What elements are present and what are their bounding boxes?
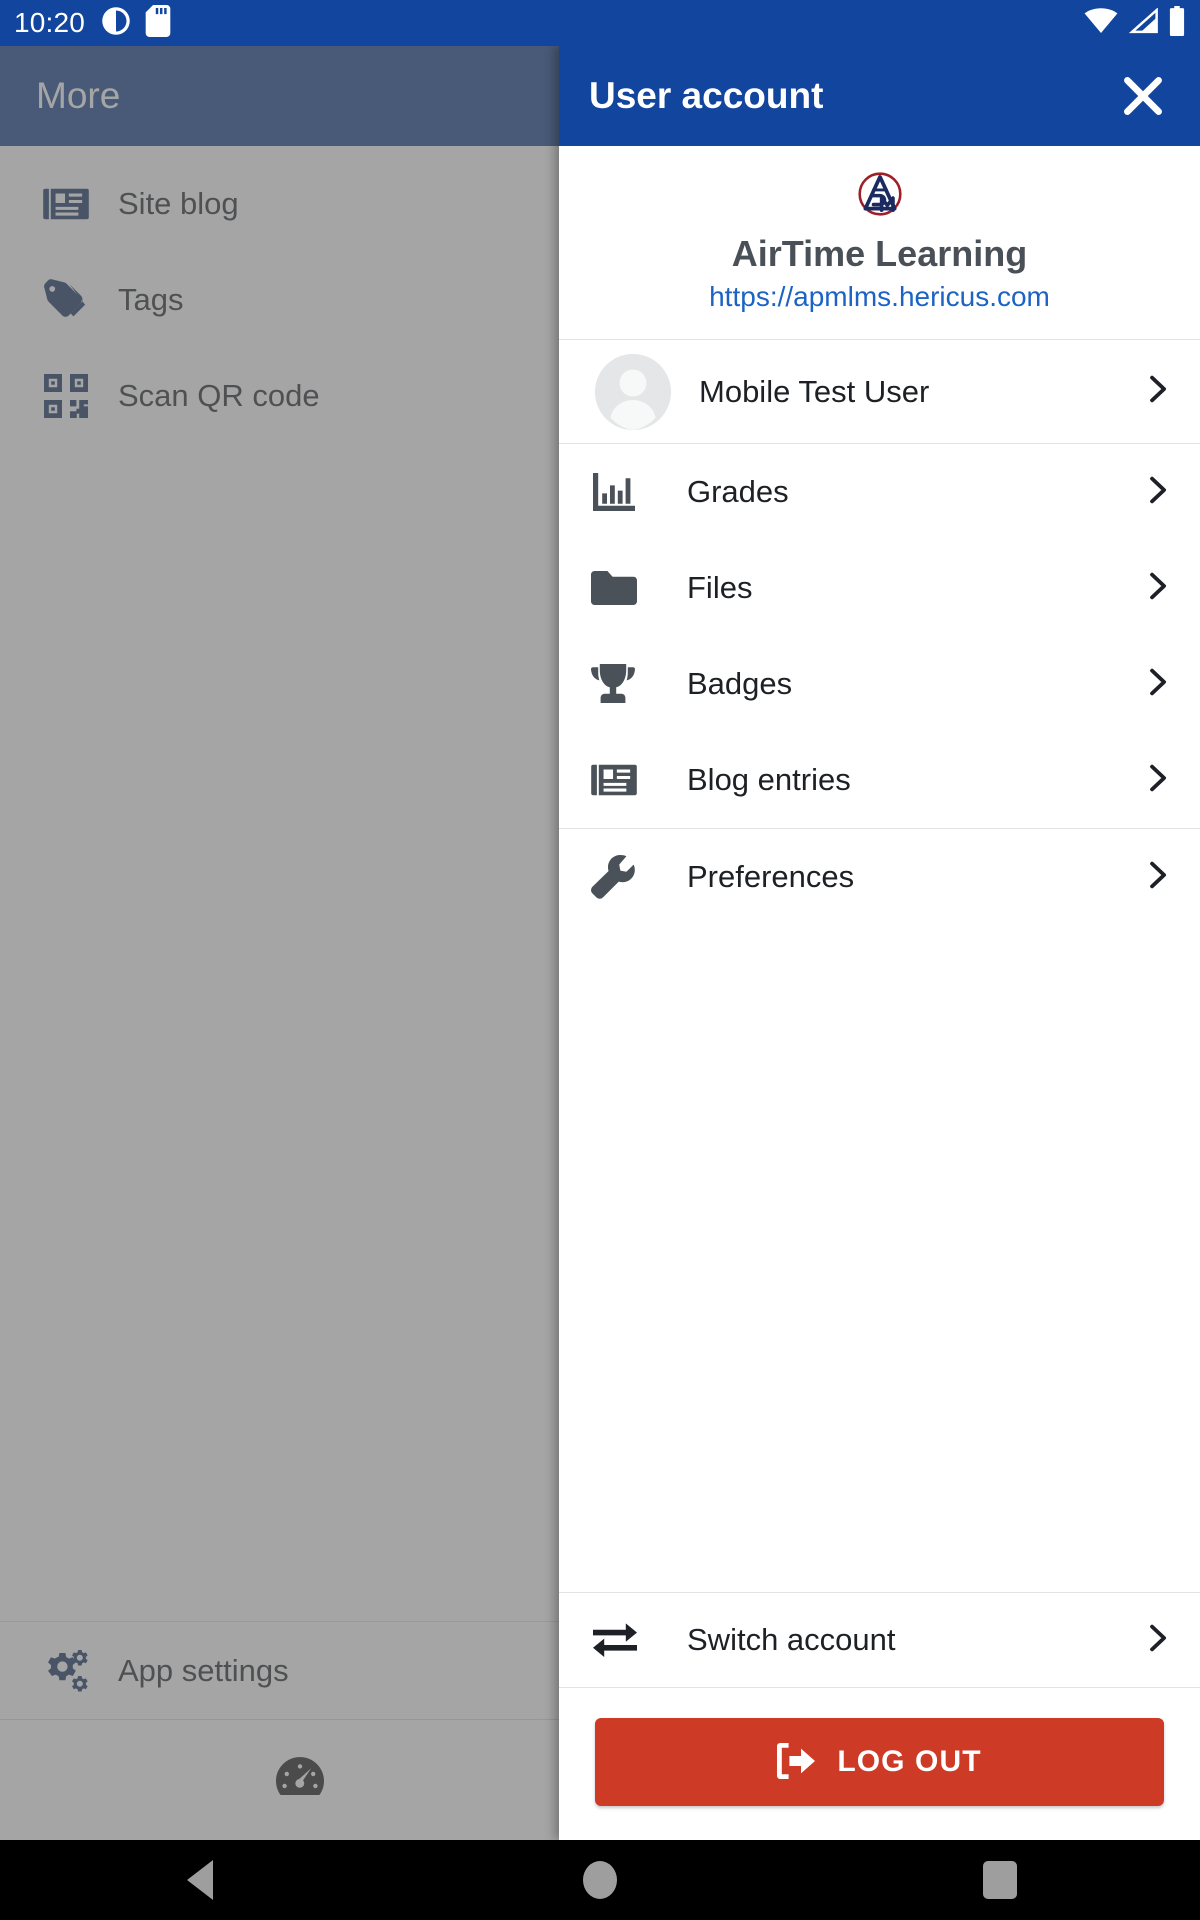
site-name: AirTime Learning [731,233,1028,274]
default-avatar-icon [595,353,671,430]
android-navigation-bar [0,1840,1200,1920]
status-bar: 10:20 [0,0,1200,46]
chevron-right-icon [1140,665,1174,704]
cellular-signal-icon [1128,6,1158,39]
chevron-right-icon [1140,372,1174,411]
wifi-icon [1084,7,1118,39]
user-account-panel: User account AirTime Learning https://ap… [559,46,1200,1840]
log-out-button[interactable]: LOG OUT [595,1718,1164,1806]
apm-logo-icon [579,168,1180,220]
panel-item-label: Grades [687,474,789,510]
folder-icon [591,569,665,607]
chevron-right-icon [1140,473,1174,512]
site-url-link[interactable]: https://apmlms.hericus.com [579,281,1180,313]
newspaper-icon [591,761,665,799]
panel-header: User account [559,46,1200,146]
site-info-block: AirTime Learning https://apmlms.hericus.… [559,146,1200,341]
panel-spacer [559,925,1200,1592]
panel-item-blog-entries[interactable]: Blog entries [559,732,1200,829]
chevron-right-icon [1140,761,1174,800]
log-out-label: LOG OUT [837,1745,982,1778]
panel-item-files[interactable]: Files [559,540,1200,637]
user-name: Mobile Test User [699,373,930,409]
battery-icon [1168,5,1186,41]
panel-item-label: Blog entries [687,762,851,798]
trophy-icon [591,662,665,706]
logout-container: LOG OUT [559,1688,1200,1840]
panel-item-preferences[interactable]: Preferences [559,829,1200,926]
wrench-icon [591,855,665,899]
logout-door-icon [777,1742,817,1782]
status-bar-clock: 10:20 [14,7,86,38]
back-triangle-icon[interactable] [0,1860,400,1900]
swap-arrows-icon [591,1621,665,1659]
user-profile-row[interactable]: Mobile Test User [559,340,1200,445]
home-circle-icon[interactable] [400,1861,800,1899]
recents-square-icon[interactable] [800,1861,1200,1899]
chevron-right-icon [1140,1621,1174,1660]
sd-card-icon [145,4,171,42]
panel-item-badges[interactable]: Badges [559,636,1200,733]
close-icon[interactable] [1112,65,1174,127]
panel-title: User account [589,75,824,116]
panel-item-label: Switch account [687,1622,896,1657]
do-not-disturb-icon [101,6,131,41]
panel-item-switch-account[interactable]: Switch account [559,1592,1200,1688]
panel-item-label: Files [687,570,753,606]
chevron-right-icon [1140,858,1174,897]
chevron-right-icon [1140,569,1174,608]
panel-item-label: Preferences [687,859,855,895]
bar-chart-icon [591,471,665,513]
panel-item-label: Badges [687,666,793,702]
panel-item-grades[interactable]: Grades [559,444,1200,541]
